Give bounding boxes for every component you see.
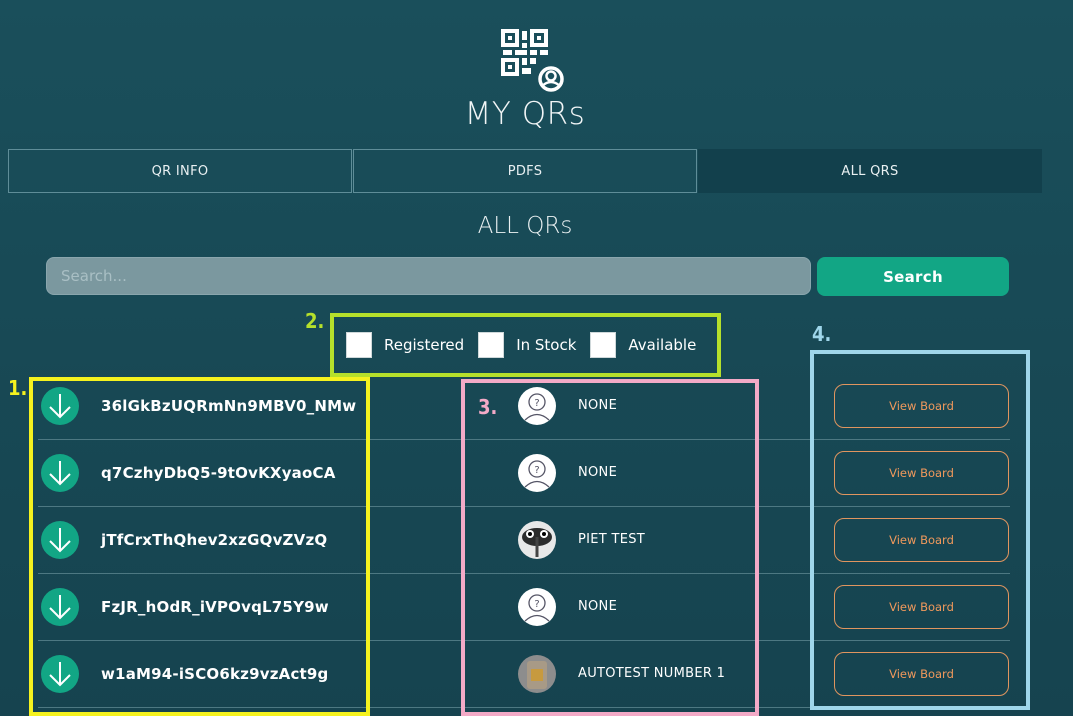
annotation-number-2: 2. bbox=[305, 309, 325, 333]
section-title: ALL QRs bbox=[477, 213, 573, 239]
filter-label: In Stock bbox=[516, 336, 577, 354]
tab-bar: QR INFO PDFS ALL QRS bbox=[8, 149, 1042, 193]
tab-qr-info[interactable]: QR INFO bbox=[8, 149, 352, 193]
page-title: MY QRs bbox=[464, 96, 586, 132]
tab-all-qrs[interactable]: ALL QRS bbox=[698, 149, 1042, 193]
search-button[interactable]: Search bbox=[817, 257, 1009, 296]
available-checkbox[interactable] bbox=[590, 332, 617, 358]
filter-in-stock[interactable]: In Stock bbox=[478, 332, 576, 358]
annotation-number-4: 4. bbox=[812, 322, 832, 346]
qr-search-icon bbox=[500, 28, 566, 92]
in-stock-checkbox[interactable] bbox=[478, 332, 505, 358]
annotation-box-actions bbox=[810, 350, 1030, 710]
annotation-box-qr-codes bbox=[29, 377, 370, 716]
filter-label: Registered bbox=[384, 336, 465, 354]
registered-checkbox[interactable] bbox=[346, 332, 372, 358]
annotation-box-owners bbox=[461, 379, 759, 716]
filter-group: Registered In Stock Available bbox=[330, 313, 721, 377]
tab-pdfs[interactable]: PDFS bbox=[353, 149, 697, 193]
filter-available[interactable]: Available bbox=[590, 332, 696, 358]
annotation-number-1: 1. bbox=[8, 376, 28, 400]
search-input[interactable] bbox=[46, 257, 811, 295]
filter-label: Available bbox=[628, 336, 697, 354]
filter-registered[interactable]: Registered bbox=[346, 332, 464, 358]
